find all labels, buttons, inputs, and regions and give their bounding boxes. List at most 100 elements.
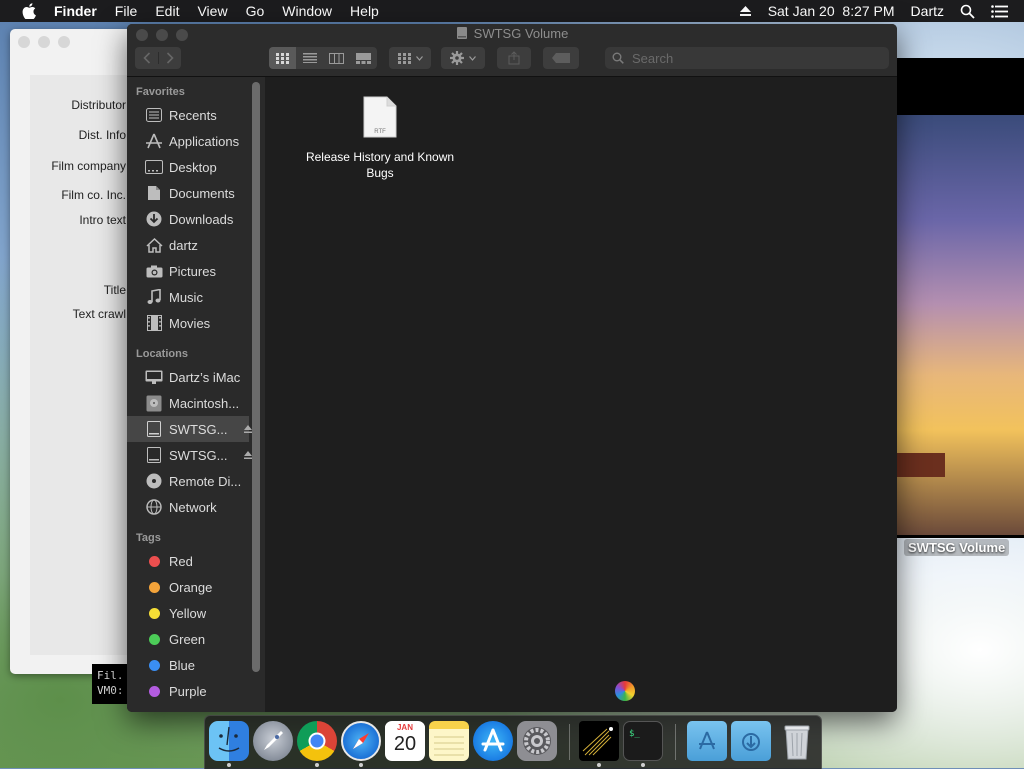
dock-terminal-icon[interactable]: $_ [623,721,663,761]
sidebar-item-label: Music [169,289,203,305]
tag-orange-dot [144,577,164,597]
search-field[interactable] [605,47,889,69]
list-view-button[interactable] [296,53,323,63]
menu-edit[interactable]: Edit [155,0,179,22]
file-browser-content[interactable]: RTF Release History and Known Bugs [265,77,897,712]
dock-launchpad-icon[interactable] [253,721,293,761]
sidebar-item-label: Macintosh... [169,395,240,411]
sidebar-item-label: Green [169,631,206,647]
edit-tags-button[interactable] [543,47,579,69]
eject-icon[interactable] [739,5,752,17]
sidebar-item-desktop[interactable]: Desktop [127,154,249,180]
sidebar-item-pictures[interactable]: Pictures [127,258,249,284]
share-icon [508,51,520,65]
dock-system-preferences-icon[interactable] [517,721,557,761]
eject-icon[interactable] [243,448,253,463]
menubar-user[interactable]: Dartz [911,3,944,19]
column-view-button[interactable] [323,52,350,64]
icon-view-button[interactable] [269,47,296,69]
share-button[interactable] [497,47,531,69]
sidebar-item-label: Desktop [169,159,217,175]
text-crawl-label: Text crawl [72,307,126,321]
camera-icon [144,261,164,281]
calendar-month: JAN [385,723,425,732]
film-icon [144,313,164,333]
back-button[interactable] [136,52,158,64]
sidebar-item-recents[interactable]: Recents [127,102,249,128]
locations-header: Locations [136,348,188,360]
sidebar-tag-purple[interactable]: Purple [127,678,249,704]
sidebar-item-network[interactable]: Network [127,494,249,520]
dock-applications-folder-icon[interactable] [687,721,727,761]
sidebar-tag-red[interactable]: Red [127,548,249,574]
dock-running-indicator [597,763,601,767]
sidebar-item-swtsg-volume-1[interactable]: SWTSG... [127,416,252,442]
tag-color-dot [148,607,160,619]
sidebar-tag-yellow[interactable]: Yellow [127,600,249,626]
group-by-button[interactable] [389,47,431,69]
forward-button[interactable] [157,52,181,64]
dock-notes-icon[interactable] [429,721,469,761]
bg-minimize-button[interactable] [38,36,50,48]
sidebar-item-music[interactable]: Music [127,284,249,310]
hard-drive-icon [144,393,164,413]
gallery-view-button[interactable] [350,52,377,64]
sidebar-tag-green[interactable]: Green [127,626,249,652]
dock-running-indicator [227,763,231,767]
home-icon [144,235,164,255]
gear-icon [450,51,464,65]
menu-app-finder[interactable]: Finder [54,0,97,22]
sidebar-item-applications[interactable]: Applications [127,128,249,154]
sidebar-item-swtsg-volume-2[interactable]: SWTSG... [127,442,252,468]
bg-zoom-button[interactable] [58,36,70,48]
menu-view[interactable]: View [197,0,227,22]
bg-close-button[interactable] [18,36,30,48]
terminal-snippet[interactable]: Fil. VM0: [92,664,132,704]
dock-chrome-icon[interactable] [297,721,337,761]
tag-color-dot [148,685,160,697]
menubar-clock[interactable]: Sat Jan 20 8:27 PM [768,3,895,19]
eject-icon[interactable] [243,422,253,437]
menu-file[interactable]: File [115,0,138,22]
tag-color-dot [148,581,160,593]
finder-window[interactable]: SWTSG Volume Search Favorites Recents Ap… [127,24,897,712]
menu-window[interactable]: Window [282,0,332,22]
sidebar-item-home[interactable]: dartz [127,232,249,258]
sidebar-item-movies[interactable]: Movies [127,310,249,336]
dock-trash-icon[interactable] [777,721,817,761]
dock-safari-icon[interactable] [341,721,381,761]
desktop-volume-label[interactable]: SWTSG Volume [904,539,1010,556]
sidebar-item-label: Blue [169,657,196,673]
sidebar-item-macintosh-hd[interactable]: Macintosh... [127,390,249,416]
dock-app-store-icon[interactable] [473,721,513,761]
notification-center-icon[interactable] [991,4,1008,18]
dock-finder-icon[interactable] [209,721,249,761]
background-window[interactable]: Distributor Dist. Info Film company Film… [10,29,136,674]
network-icon [144,497,164,517]
sidebar-tag-blue[interactable]: Blue [127,652,249,678]
title-label: Title [103,283,126,297]
sidebar-item-downloads[interactable]: Downloads [127,206,249,232]
recents-icon [144,105,164,125]
desktop-icon [144,157,164,177]
menu-help[interactable]: Help [350,0,379,22]
disk-icon [144,419,164,439]
dock-downloads-folder-icon[interactable] [731,721,771,761]
apple-icon[interactable] [20,3,38,19]
sidebar-item-documents[interactable]: Documents [127,180,249,206]
dock-fireworks-icon[interactable] [579,721,619,761]
sidebar-item-imac[interactable]: Dartz’s iMac [127,364,249,390]
sidebar-scrollbar[interactable] [252,82,260,672]
applications-icon [144,131,164,151]
sidebar-item-label: Purple [169,683,207,699]
dock-calendar-icon[interactable]: JAN 20 [385,721,425,761]
action-button[interactable] [441,47,485,69]
sidebar-item-remote-disc[interactable]: Remote Di... [127,468,249,494]
search-input[interactable] [630,49,874,67]
image-preview-window[interactable] [897,58,1024,538]
spotlight-icon[interactable] [960,4,975,19]
sidebar-item-label: Dartz’s iMac [169,369,241,385]
sidebar-tag-orange[interactable]: Orange [127,574,249,600]
menu-go[interactable]: Go [246,0,265,22]
sidebar-item-label: Pictures [169,263,216,279]
